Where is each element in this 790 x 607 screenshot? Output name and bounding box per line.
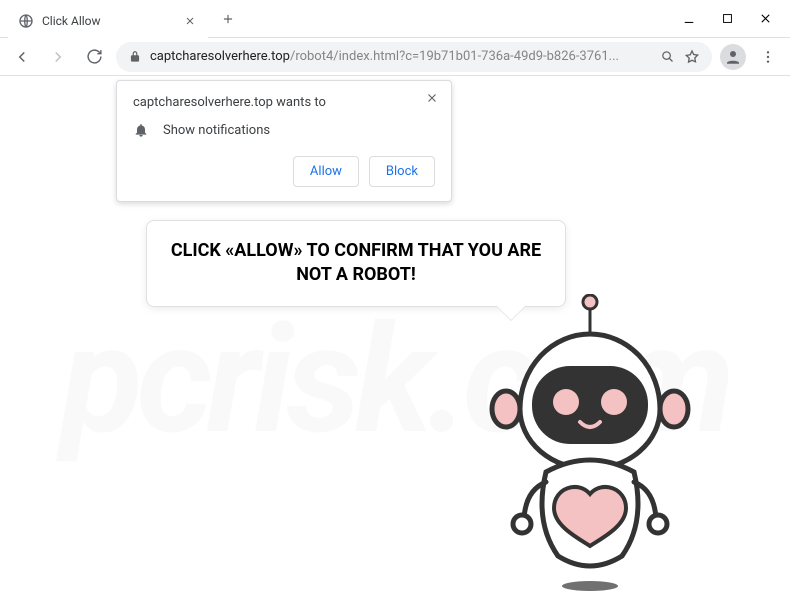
permission-row: Show notifications — [133, 122, 435, 138]
robot-image — [480, 294, 700, 594]
close-icon[interactable] — [182, 13, 198, 29]
browser-tab[interactable]: Click Allow — [8, 4, 208, 38]
permission-buttons: Allow Block — [133, 156, 435, 187]
url-text: captcharesolverhere.top/robot4/index.htm… — [150, 49, 652, 64]
minimize-button[interactable] — [682, 12, 696, 26]
window-controls — [682, 12, 790, 26]
star-icon[interactable] — [684, 49, 700, 65]
allow-button[interactable]: Allow — [293, 156, 359, 187]
new-tab-button[interactable] — [214, 5, 242, 33]
maximize-button[interactable] — [720, 12, 734, 26]
permission-prompt-title: captcharesolverhere.top wants to — [133, 95, 435, 110]
speech-bubble-text: CLICK «ALLOW» TO CONFIRM THAT YOU ARE NO… — [169, 239, 543, 288]
back-button[interactable] — [8, 43, 36, 71]
reload-button[interactable] — [80, 43, 108, 71]
bell-icon — [133, 122, 149, 138]
browser-titlebar: Click Allow — [0, 0, 790, 38]
tab-title: Click Allow — [42, 14, 182, 28]
page-content: pcrisk.com captcharesolverhere.top wants… — [0, 76, 790, 607]
menu-button[interactable] — [754, 43, 782, 71]
address-bar[interactable]: captcharesolverhere.top/robot4/index.htm… — [116, 42, 712, 72]
search-icon[interactable] — [660, 49, 676, 65]
block-button[interactable]: Block — [369, 156, 435, 187]
lock-icon — [128, 50, 142, 64]
close-icon[interactable] — [425, 91, 441, 107]
browser-toolbar: captcharesolverhere.top/robot4/index.htm… — [0, 38, 790, 76]
forward-button[interactable] — [44, 43, 72, 71]
permission-text: Show notifications — [163, 123, 270, 138]
close-window-button[interactable] — [758, 12, 772, 26]
profile-avatar[interactable] — [720, 44, 746, 70]
permission-prompt: captcharesolverhere.top wants to Show no… — [116, 80, 452, 202]
globe-icon — [18, 13, 34, 29]
